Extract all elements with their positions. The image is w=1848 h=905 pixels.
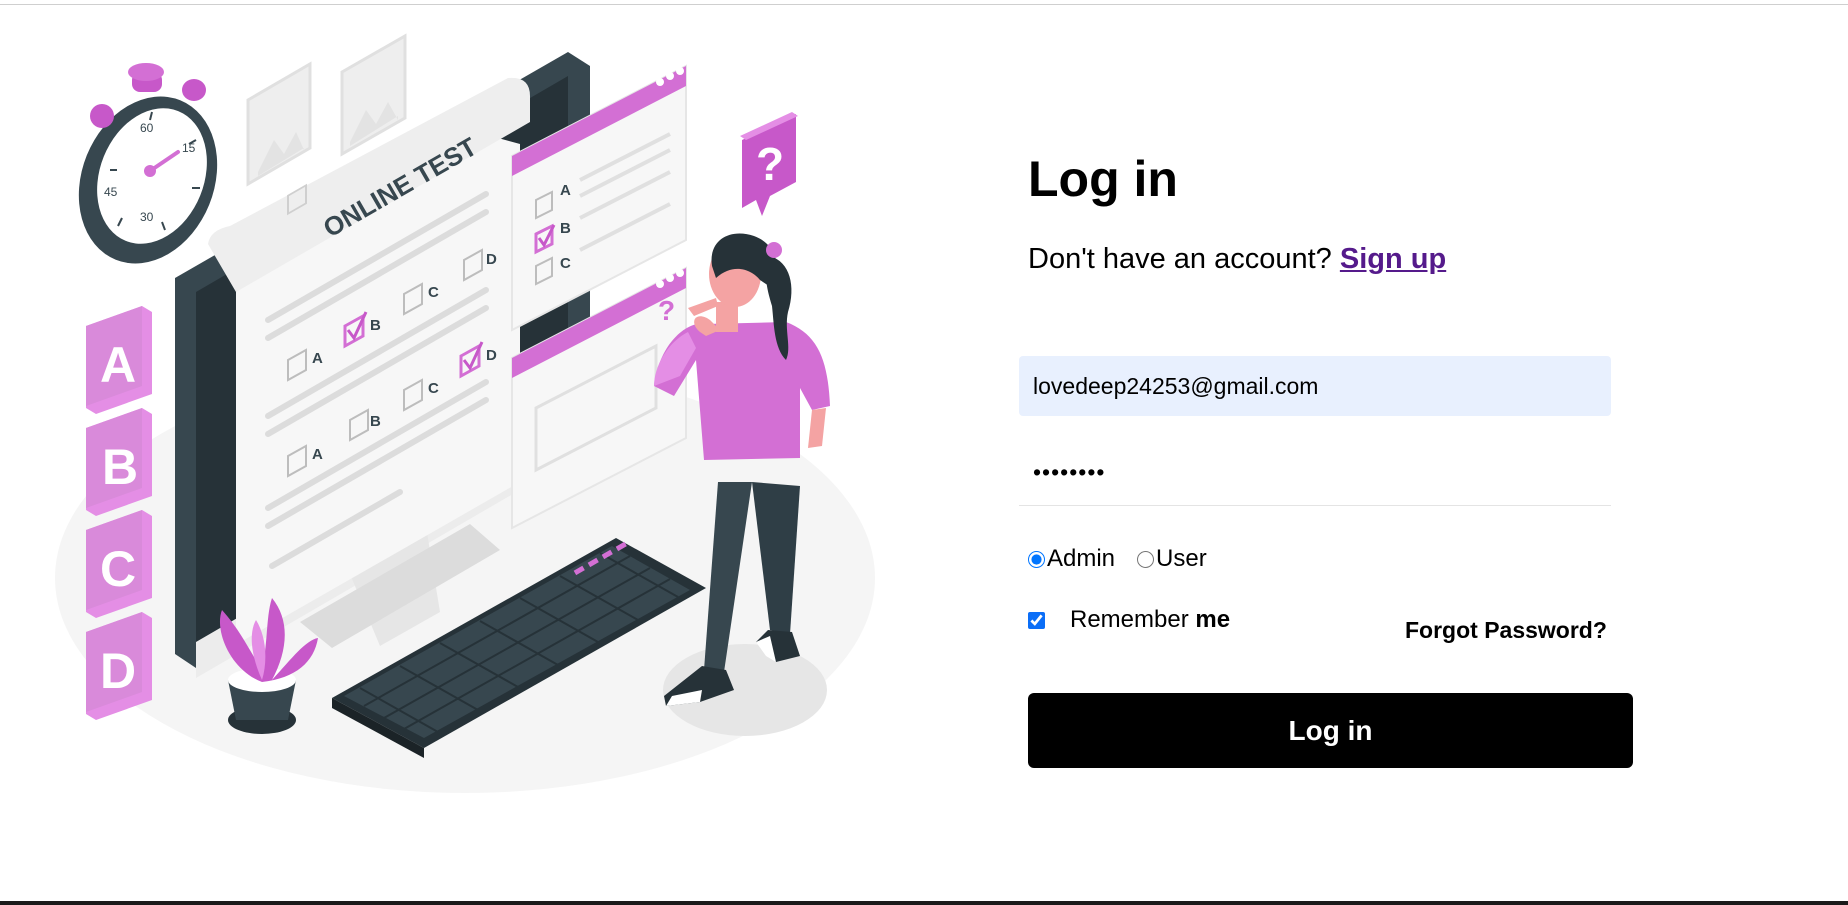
cube-letter-d: D <box>100 643 136 699</box>
role-radio-admin[interactable] <box>1028 550 1045 568</box>
option-label-d: D <box>486 251 497 268</box>
remember-me-checkbox[interactable] <box>1028 611 1045 629</box>
option-label-c-2: C <box>428 380 439 397</box>
remember-me-prefix: Remember <box>1070 606 1189 633</box>
option-label-a-2: A <box>312 446 323 463</box>
email-field[interactable] <box>1019 356 1611 416</box>
remember-me-label: Remember me <box>1070 606 1230 634</box>
cube-letter-c: C <box>100 541 136 597</box>
cube-letter-b: B <box>102 439 138 495</box>
option-label-c: C <box>428 284 439 301</box>
role-option-admin[interactable]: Admin <box>1028 545 1115 573</box>
option-label-b: B <box>370 317 381 334</box>
remember-me-option[interactable]: Remember me <box>1028 606 1230 634</box>
password-field[interactable] <box>1019 440 1611 506</box>
window-option-c: C <box>560 255 571 272</box>
top-divider <box>0 4 1848 5</box>
role-label-user: User <box>1156 545 1207 572</box>
page-title: Log in <box>1028 151 1178 207</box>
wall-picture-icon <box>246 61 312 187</box>
forgot-password-link[interactable]: Forgot Password? <box>1405 617 1607 644</box>
role-label-admin: Admin <box>1047 545 1116 572</box>
option-label-a: A <box>312 350 323 367</box>
wall-picture-icon <box>340 33 407 157</box>
role-radio-user[interactable] <box>1137 550 1155 568</box>
role-option-user[interactable]: User <box>1137 545 1207 573</box>
stopwatch-mark-30: 30 <box>140 210 154 224</box>
bubble-question-mark: ? <box>756 138 784 190</box>
question-bubble-icon: ? <box>740 112 798 216</box>
login-button[interactable]: Log in <box>1028 693 1633 768</box>
window-option-b: B <box>560 220 571 237</box>
window-question-mark: ? <box>658 295 675 326</box>
option-label-b-2: B <box>370 413 381 430</box>
bottom-divider <box>0 901 1848 905</box>
online-test-illustration: 60 15 30 45 ONLINE TEST A B C D A B C D … <box>0 30 880 810</box>
stopwatch-mark-45: 45 <box>104 185 118 199</box>
cube-letter-a: A <box>100 337 136 393</box>
stopwatch-mark-60: 60 <box>140 121 154 135</box>
role-selector: Admin User <box>1028 545 1207 573</box>
signup-link[interactable]: Sign up <box>1340 243 1446 275</box>
option-label-d-2: D <box>486 347 497 364</box>
signup-prompt-line: Don't have an account? Sign up <box>1028 243 1446 276</box>
window-option-a: A <box>560 182 571 199</box>
stopwatch-mark-15: 15 <box>182 141 196 155</box>
signup-prompt-text: Don't have an account? <box>1028 243 1332 275</box>
remember-me-bold: me <box>1195 606 1231 633</box>
login-page: 60 15 30 45 ONLINE TEST A B C D A B C D … <box>0 0 1848 905</box>
